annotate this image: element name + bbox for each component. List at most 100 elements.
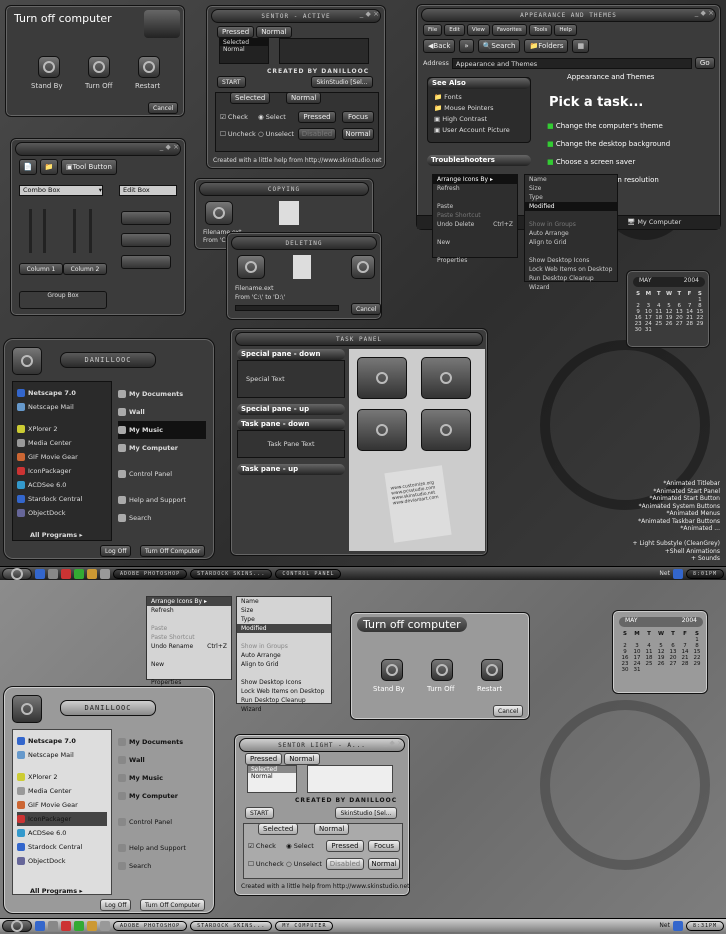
troubleshooters-header[interactable]: Troubleshooters	[427, 155, 531, 166]
sm-help[interactable]: Help and Support	[118, 839, 206, 857]
uncheck-box[interactable]: ☐ Uncheck	[220, 130, 256, 138]
turnoff-button[interactable]: Turn Off Computer	[140, 545, 206, 557]
sm-music[interactable]: My Music	[118, 769, 206, 787]
edit-box[interactable]: Edit Box	[119, 185, 177, 196]
all-programs[interactable]: All Programs ▸	[30, 531, 83, 539]
recent-media[interactable]: Media Center	[17, 784, 107, 798]
sm-computer[interactable]: My Computer	[118, 787, 206, 805]
sub-lock[interactable]: Lock Web Items on Desktop	[237, 687, 331, 696]
list-normal[interactable]: Normal	[248, 773, 296, 780]
uncheck-box[interactable]: ☐ Uncheck	[248, 860, 284, 868]
ctx-refresh[interactable]: Refresh	[147, 606, 231, 615]
tab-pressed[interactable]: Pressed	[217, 26, 255, 38]
pinned-netscape[interactable]: Netscape 7.0	[17, 386, 107, 400]
logoff-button[interactable]: Log Off	[100, 545, 132, 557]
start-button[interactable]: START	[217, 76, 246, 88]
calendar-day[interactable]: 31	[643, 327, 653, 333]
column-header-1[interactable]: Column 1	[19, 263, 63, 275]
text-area[interactable]	[279, 38, 369, 64]
sm-documents[interactable]: My Documents	[118, 733, 206, 751]
tab-selected[interactable]: Selected	[230, 92, 271, 104]
see-also-picture[interactable]: ▣ User Account Picture	[434, 125, 524, 136]
all-programs[interactable]: All Programs ▸	[30, 887, 83, 895]
turnoff-button[interactable]: Turn Off Computer	[140, 899, 206, 911]
sub-modified[interactable]: Modified	[525, 202, 617, 211]
menu-edit[interactable]: Edit	[444, 24, 465, 36]
calendar-day[interactable]: 30	[633, 327, 643, 333]
sub-auto[interactable]: Auto Arrange	[237, 651, 331, 660]
task-pane-down[interactable]: Task pane - down	[237, 419, 345, 430]
tray-icon[interactable]	[672, 920, 683, 931]
tab-selected[interactable]: Selected	[258, 823, 299, 835]
menu-file[interactable]: File	[423, 24, 443, 36]
sm-control-panel[interactable]: Control Panel	[118, 465, 206, 483]
normal-button[interactable]: Normal	[342, 128, 374, 140]
start-button[interactable]: START	[245, 807, 274, 819]
quicklaunch-ie-icon[interactable]	[35, 568, 45, 579]
ctx-arrange[interactable]: Arrange Icons By ▸	[433, 175, 517, 184]
sub-type[interactable]: Type	[237, 615, 331, 624]
cancel-button[interactable]: Cancel	[148, 102, 179, 114]
pressed-button[interactable]: Pressed	[298, 111, 336, 123]
pinned-mail[interactable]: Netscape Mail	[17, 400, 107, 414]
recent-stardock[interactable]: Stardock Central	[17, 492, 107, 506]
tab-normal[interactable]: Normal	[284, 753, 320, 765]
select-radio[interactable]: ◉ Select	[258, 113, 286, 121]
quicklaunch-icon[interactable]	[87, 920, 97, 931]
recent-gif[interactable]: GIF Movie Gear	[17, 450, 107, 464]
ctx-refresh[interactable]: Refresh	[433, 184, 517, 193]
ctx-arrange[interactable]: Arrange Icons By ▸	[147, 597, 231, 606]
taskbar-item[interactable]: MY COMPUTER	[275, 920, 334, 931]
recent-stardock[interactable]: Stardock Central	[17, 840, 107, 854]
tab-normal[interactable]: Normal	[256, 26, 292, 38]
folders-button[interactable]: 📁 Folders	[524, 39, 569, 53]
recent-media[interactable]: Media Center	[17, 436, 107, 450]
see-also-mouse[interactable]: 📁 Mouse Pointers	[434, 103, 524, 114]
menu-tools[interactable]: Tools	[528, 24, 553, 36]
quicklaunch-ie-icon[interactable]	[35, 920, 45, 931]
back-button[interactable]: ◀ Back	[423, 39, 456, 53]
pressed-button[interactable]: Pressed	[326, 840, 364, 852]
cancel-button[interactable]: Cancel	[493, 705, 524, 717]
task-theme[interactable]: ■ Change the computer's theme	[547, 117, 670, 135]
list-selected[interactable]: Selected	[220, 39, 268, 46]
check-box[interactable]: ☑ Check	[248, 842, 276, 850]
check-box[interactable]: ☑ Check	[220, 113, 248, 121]
sub-show-icons[interactable]: Show Desktop Icons	[237, 678, 331, 687]
quicklaunch-icon[interactable]	[61, 920, 71, 931]
special-pane-up[interactable]: Special pane - up	[237, 404, 345, 415]
quicklaunch-icon[interactable]	[48, 920, 58, 931]
troubleshooters-panel[interactable]: Troubleshooters	[427, 155, 531, 166]
list-selected[interactable]: Selected	[248, 766, 296, 773]
calendar-day[interactable]: 29	[695, 321, 705, 327]
list-normal[interactable]: Normal	[220, 46, 268, 53]
quicklaunch-icon[interactable]	[100, 920, 110, 931]
sm-documents[interactable]: My Documents	[118, 385, 206, 403]
sub-type[interactable]: Type	[525, 193, 617, 202]
sm-computer[interactable]: My Computer	[118, 439, 206, 457]
menu-favorites[interactable]: Favorites	[491, 24, 527, 36]
recent-acdsee[interactable]: ACDSee 6.0	[17, 478, 107, 492]
calendar-day[interactable]: 31	[631, 667, 643, 673]
quicklaunch-icon[interactable]	[74, 920, 84, 931]
start-button[interactable]	[2, 919, 32, 932]
quicklaunch-icon[interactable]	[74, 568, 84, 579]
sub-align[interactable]: Align to Grid	[525, 238, 617, 247]
taskbar-item[interactable]: STARDOCK SKINS...	[190, 568, 273, 579]
sm-help[interactable]: Help and Support	[118, 491, 206, 509]
sub-name[interactable]: Name	[237, 597, 331, 606]
restart-button[interactable]	[481, 659, 503, 681]
tab-normal-2[interactable]: Normal	[314, 823, 350, 835]
ctx-new[interactable]: New	[147, 660, 231, 669]
pinned-mail[interactable]: Netscape Mail	[17, 748, 107, 762]
turnoff-button[interactable]	[431, 659, 453, 681]
ctx-undo[interactable]: Undo Rename Ctrl+Z	[147, 642, 231, 651]
skinstudio-task-button[interactable]: SkinStudio [Sel...	[311, 76, 373, 88]
toggle-button[interactable]	[121, 255, 171, 269]
cancel-button[interactable]: Cancel	[351, 303, 382, 315]
sub-size[interactable]: Size	[525, 184, 617, 193]
special-pane-down[interactable]: Special pane - down	[237, 349, 345, 360]
recent-objectdock[interactable]: ObjectDock	[17, 854, 107, 868]
window-controls-icon[interactable]: _ ◆ ×	[160, 143, 179, 151]
menu-view[interactable]: View	[466, 24, 490, 36]
